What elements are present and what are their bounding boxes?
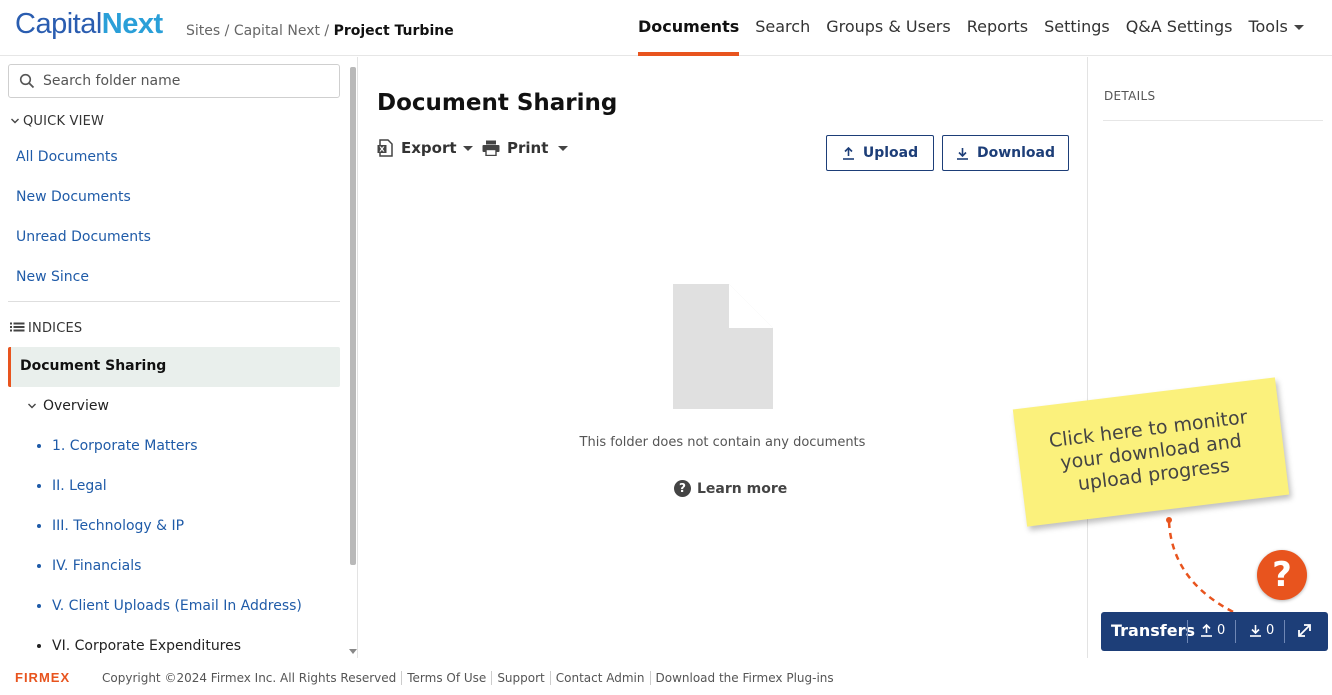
transfers-bar[interactable]: Transfers 0 0	[1101, 612, 1328, 651]
help-circle-icon: ?	[674, 480, 691, 497]
print-menu[interactable]: Print	[482, 139, 569, 157]
transfers-label: Transfers	[1111, 621, 1195, 640]
quick-view-unread-documents[interactable]: Unread Documents	[16, 229, 151, 245]
sidebar-scrollbar[interactable]	[350, 67, 356, 565]
chevron-down-icon	[11, 118, 19, 124]
quick-view-all-documents[interactable]: All Documents	[16, 149, 118, 165]
chevron-down-icon	[28, 403, 36, 409]
footer-copyright: Copyright ©2024 Firmex Inc. All Rights R…	[102, 671, 397, 685]
excel-export-icon: X	[377, 139, 393, 157]
caret-down-icon	[462, 145, 473, 151]
scroll-down-arrow-icon[interactable]	[349, 649, 357, 654]
bullet-icon	[37, 444, 41, 448]
bullet-icon	[37, 564, 41, 568]
bullet-icon	[37, 644, 41, 648]
quick-view-new-documents[interactable]: New Documents	[16, 189, 131, 205]
breadcrumb-sites[interactable]: Sites	[186, 23, 220, 39]
folder-client-uploads[interactable]: V. Client Uploads (Email In Address)	[52, 598, 302, 614]
bullet-icon	[37, 484, 41, 488]
breadcrumb-current: Project Turbine	[333, 23, 454, 39]
download-count[interactable]: 0	[1249, 623, 1274, 638]
footer-terms-link[interactable]: Terms Of Use	[401, 671, 491, 685]
download-icon	[956, 147, 968, 160]
nav-groups-users[interactable]: Groups & Users	[818, 0, 959, 56]
transfers-separator	[1187, 620, 1188, 643]
printer-icon	[482, 140, 500, 156]
firmex-logo[interactable]: FIRMEX	[15, 670, 70, 685]
nav-settings[interactable]: Settings	[1036, 0, 1118, 56]
breadcrumb-site[interactable]: Capital Next	[234, 23, 320, 39]
upload-count[interactable]: 0	[1200, 623, 1225, 638]
folder-corporate-matters[interactable]: 1. Corporate Matters	[52, 438, 198, 454]
nav-qa-settings[interactable]: Q&A Settings	[1118, 0, 1241, 56]
main-nav: Documents Search Groups & Users Reports …	[630, 0, 1312, 56]
transfers-separator	[1284, 620, 1285, 643]
folder-technology-ip[interactable]: III. Technology & IP	[52, 518, 184, 534]
download-button[interactable]: Download	[942, 135, 1069, 171]
footer-contact-admin-link[interactable]: Contact Admin	[549, 671, 650, 685]
upload-button[interactable]: Upload	[826, 135, 934, 171]
indices-header: INDICES	[10, 321, 82, 336]
bullet-icon	[37, 604, 41, 608]
empty-folder-message: This folder does not contain any documen…	[579, 435, 866, 450]
folder-label: Document Sharing	[20, 358, 167, 374]
footer-support-link[interactable]: Support	[491, 671, 549, 685]
svg-text:X: X	[379, 146, 385, 154]
list-icon	[10, 322, 25, 332]
download-icon	[1250, 625, 1261, 637]
footer: FIRMEX Copyright ©2024 Firmex Inc. All R…	[0, 658, 1332, 695]
empty-document-icon	[673, 284, 773, 409]
details-divider	[1103, 120, 1323, 121]
expand-icon[interactable]	[1297, 623, 1312, 638]
breadcrumb: Sites / Capital Next / Project Turbine	[186, 23, 454, 39]
top-header: CapitalNext Sites / Capital Next / Proje…	[0, 0, 1332, 56]
details-label: DETAILS	[1104, 89, 1156, 103]
footer-links: Copyright ©2024 Firmex Inc. All Rights R…	[102, 671, 839, 685]
folder-legal[interactable]: II. Legal	[52, 478, 107, 494]
caret-down-icon	[1293, 25, 1304, 30]
quick-view-new-since[interactable]: New Since	[16, 269, 89, 285]
app-logo[interactable]: CapitalNext	[15, 8, 163, 41]
footer-plugins-link[interactable]: Download the Firmex Plug-ins	[649, 671, 839, 685]
nav-search[interactable]: Search	[747, 0, 818, 56]
search-icon	[19, 73, 35, 89]
upload-icon	[1201, 624, 1212, 637]
nav-tools[interactable]: Tools	[1240, 0, 1311, 56]
folder-overview[interactable]: Overview	[27, 398, 109, 414]
bullet-icon	[37, 524, 41, 528]
page-title: Document Sharing	[377, 90, 618, 116]
caret-down-icon	[558, 145, 569, 151]
folder-corporate-expenditures[interactable]: VI. Corporate Expenditures	[52, 638, 241, 654]
search-placeholder: Search folder name	[43, 73, 181, 89]
export-menu[interactable]: X Export	[377, 139, 473, 157]
folder-document-sharing[interactable]: Document Sharing	[8, 347, 340, 387]
tip-text: Click here to monitor your download and …	[1047, 405, 1249, 495]
upload-icon	[842, 146, 854, 160]
nav-reports[interactable]: Reports	[959, 0, 1036, 56]
transfers-separator	[1235, 620, 1236, 643]
nav-documents[interactable]: Documents	[630, 0, 747, 56]
folder-search-input[interactable]: Search folder name	[8, 64, 340, 98]
help-button[interactable]: ?	[1257, 550, 1307, 600]
quick-view-toggle[interactable]: QUICK VIEW	[10, 114, 104, 129]
main-content: Document Sharing X Export Print Upload D…	[359, 57, 1086, 658]
learn-more-link[interactable]: ? Learn more	[674, 480, 787, 497]
folder-financials[interactable]: IV. Financials	[52, 558, 141, 574]
folder-sidebar: Search folder name QUICK VIEW All Docume…	[0, 57, 358, 658]
sidebar-divider	[8, 301, 340, 302]
